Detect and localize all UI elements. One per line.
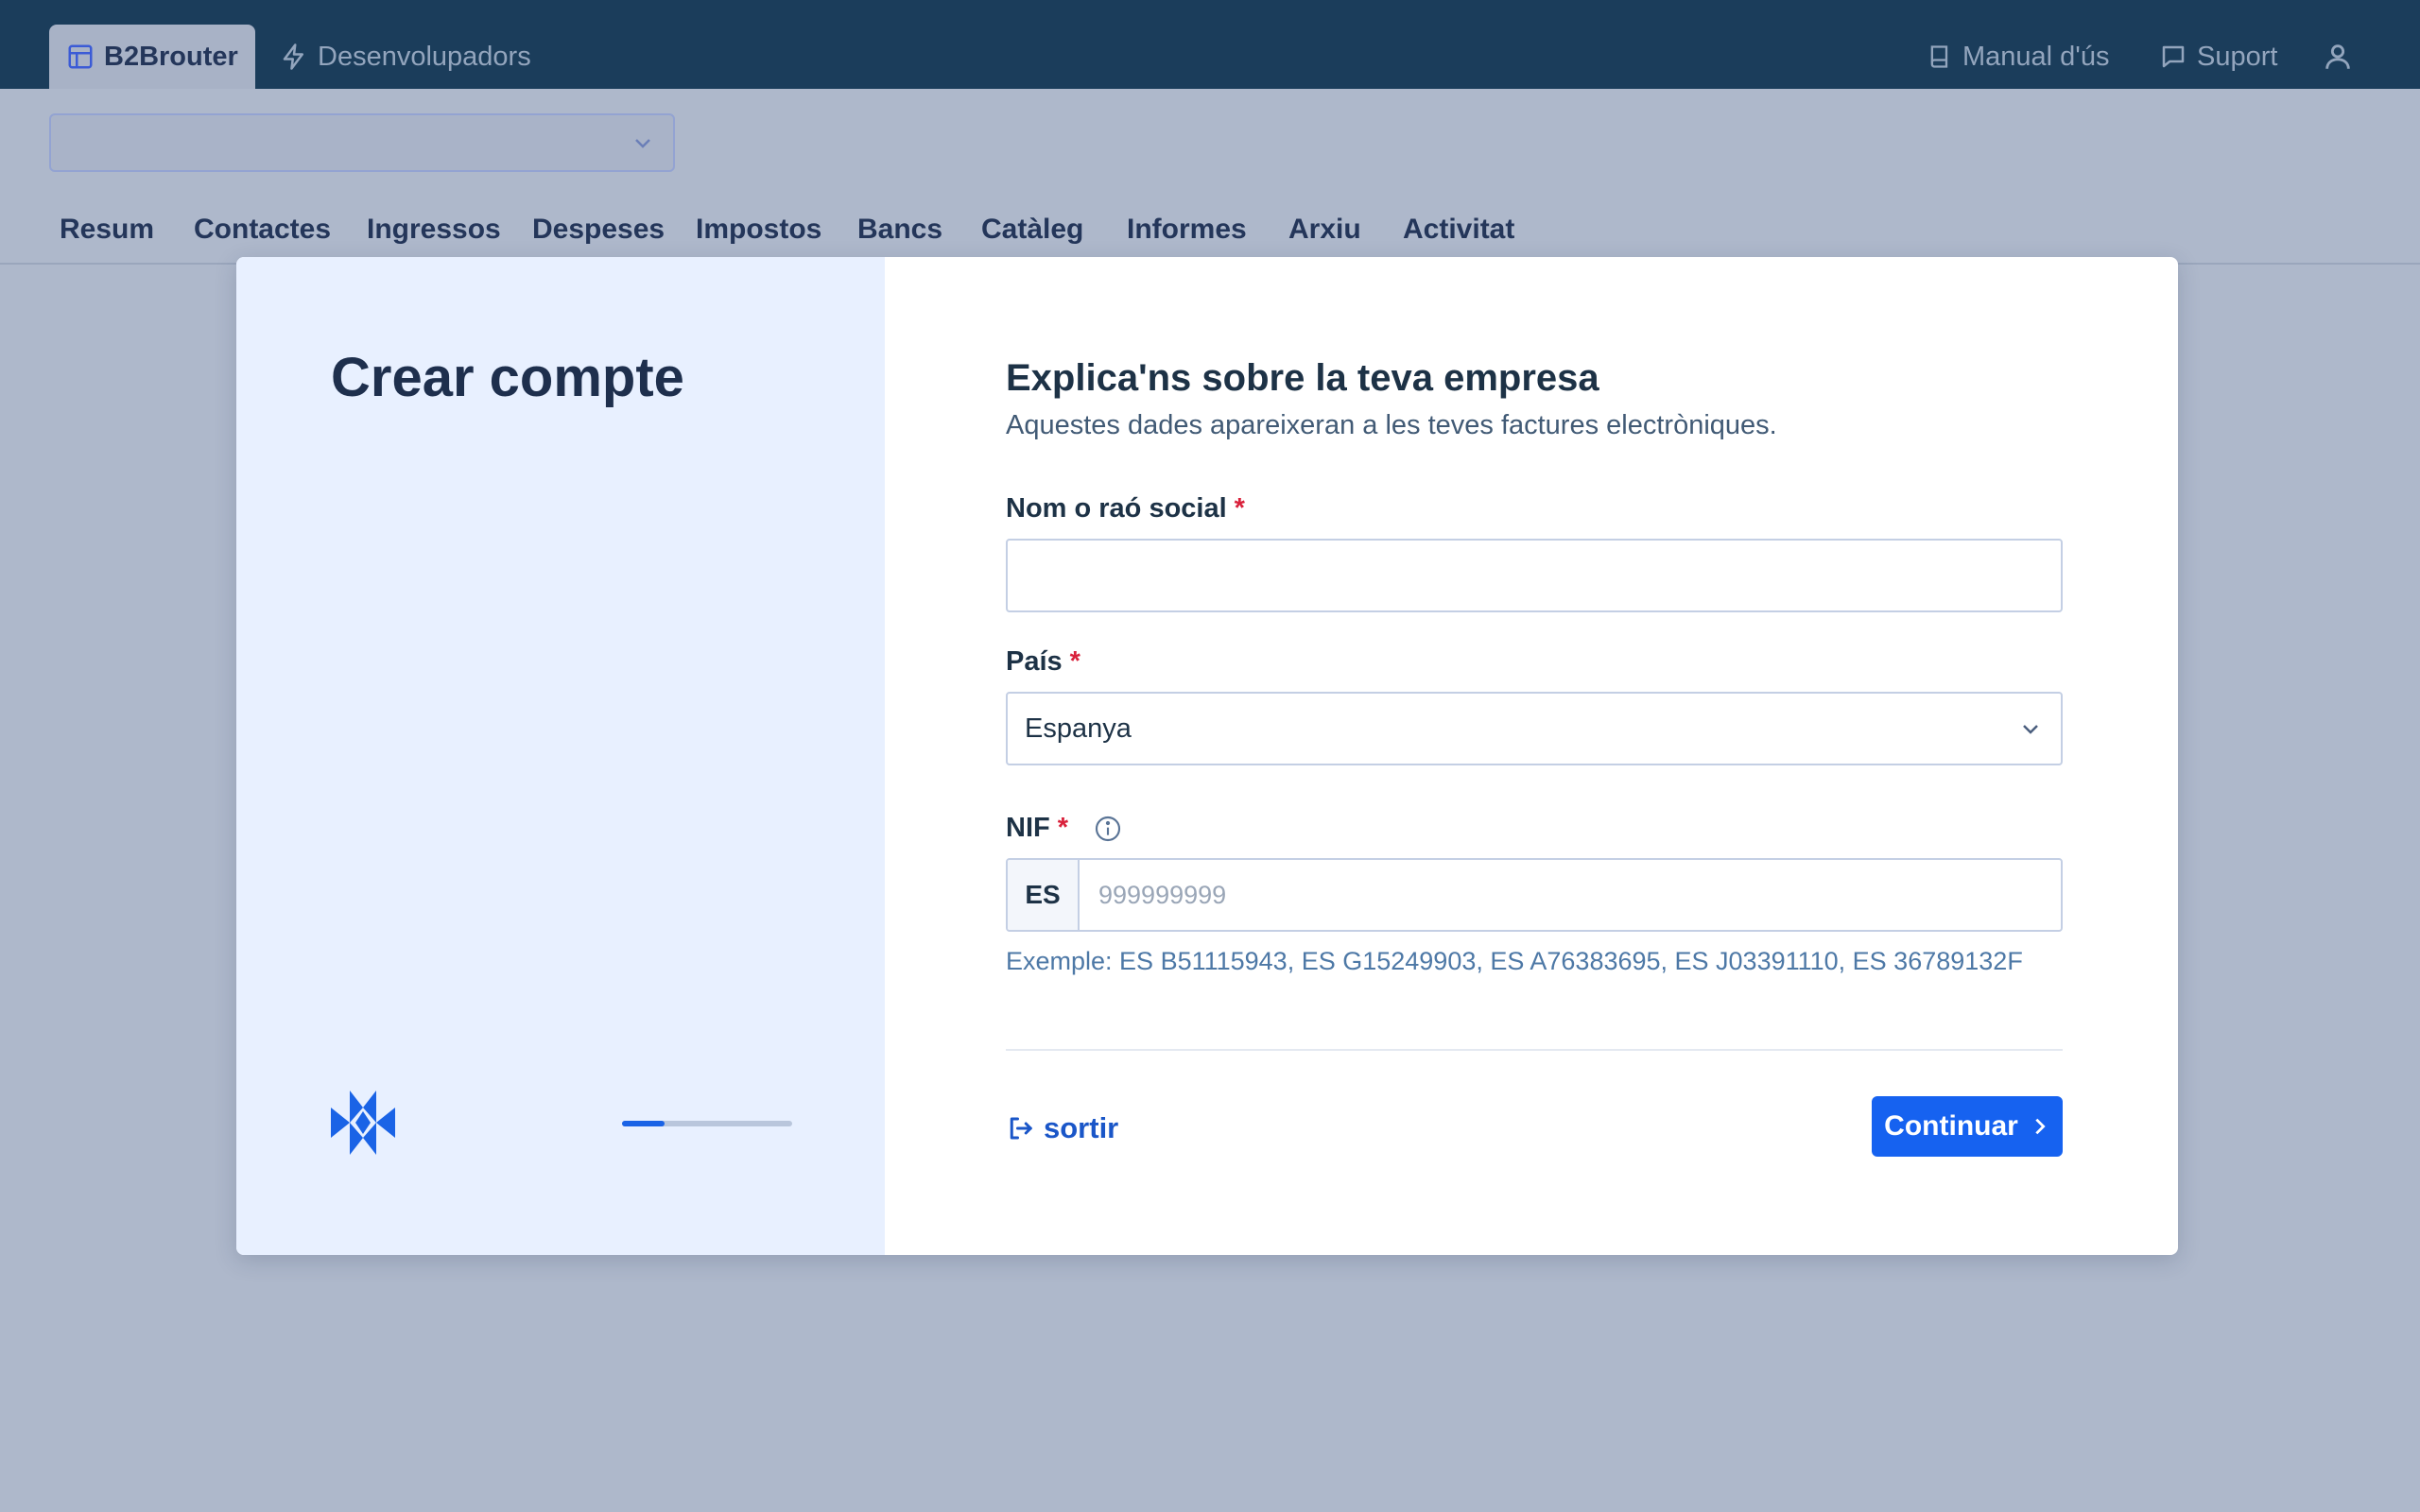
user-icon <box>2325 44 2350 69</box>
manual-link[interactable]: Manual d'ús <box>1927 34 2109 79</box>
required-asterisk: * <box>1057 813 1069 843</box>
tab-b2brouter-label: B2Brouter <box>104 41 238 72</box>
layout-icon <box>68 44 93 69</box>
b2brouter-logo-icon <box>331 1091 395 1155</box>
lightning-icon <box>283 43 303 70</box>
progress-bar-fill <box>622 1121 665 1126</box>
nav-item-ingressos[interactable]: Ingressos <box>367 214 501 246</box>
chat-icon <box>2162 45 2185 68</box>
tab-b2brouter[interactable]: B2Brouter <box>49 25 255 89</box>
company-form: Explica'ns sobre la teva empresa Aqueste… <box>885 257 2178 1255</box>
support-link-label: Suport <box>2197 41 2278 72</box>
top-bar: B2Brouter Desenvolupadors Manual d'ús Su… <box>0 0 2420 89</box>
nav-item-despeses[interactable]: Despeses <box>532 214 665 246</box>
required-asterisk: * <box>1069 646 1080 677</box>
chevron-down-icon <box>2023 725 2038 734</box>
nav-item-bancs[interactable]: Bancs <box>857 214 942 246</box>
company-name-input[interactable] <box>1006 539 2063 612</box>
user-menu-button[interactable] <box>2322 34 2363 79</box>
country-label: País * <box>1006 646 1080 678</box>
nav-item-cataleg[interactable]: Catàleg <box>981 214 1083 246</box>
nif-input[interactable]: 999999999 <box>1080 860 2061 930</box>
book-icon <box>1930 45 1948 68</box>
country-select-value: Espanya <box>1025 713 1132 744</box>
main-nav: Resum Contactes Ingressos Despeses Impos… <box>0 185 2420 265</box>
manual-link-label: Manual d'ús <box>1962 41 2110 72</box>
exit-link[interactable]: sortir <box>1006 1111 1118 1145</box>
info-icon[interactable] <box>1093 814 1123 844</box>
required-asterisk: * <box>1234 493 1245 524</box>
name-label-text: Nom o raó social <box>1006 493 1227 524</box>
modal-title: Crear compte <box>331 347 684 408</box>
nav-item-impostos[interactable]: Impostos <box>696 214 821 246</box>
chevron-down-icon <box>635 139 650 148</box>
tab-developers[interactable]: Desenvolupadors <box>280 25 531 89</box>
nif-label-text: NIF <box>1006 813 1050 843</box>
form-divider <box>1006 1049 2063 1051</box>
support-link[interactable]: Suport <box>2159 34 2277 79</box>
continue-button-label: Continuar <box>1884 1110 2018 1142</box>
tab-developers-label: Desenvolupadors <box>318 41 531 72</box>
nav-item-contactes[interactable]: Contactes <box>194 214 331 246</box>
modal-side-panel: Crear compte <box>236 257 885 1255</box>
name-label: Nom o raó social * <box>1006 493 1245 524</box>
nav-item-arxiu[interactable]: Arxiu <box>1288 214 1361 246</box>
nif-label: NIF * <box>1006 813 1123 844</box>
nav-item-activitat[interactable]: Activitat <box>1403 214 1514 246</box>
create-account-modal: Crear compte Explica'ns sobre la teva em… <box>236 257 2178 1255</box>
company-select[interactable] <box>49 113 675 172</box>
progress-bar <box>622 1121 792 1126</box>
form-title: Explica'ns sobre la teva empresa <box>1006 357 1599 399</box>
nif-help-text: Exemple: ES B51115943, ES G15249903, ES … <box>1006 947 2023 975</box>
country-label-text: País <box>1006 646 1063 677</box>
continue-button[interactable]: Continuar <box>1872 1096 2063 1157</box>
nif-country-prefix: ES <box>1008 860 1080 930</box>
exit-link-label: sortir <box>1044 1111 1119 1144</box>
nav-item-informes[interactable]: Informes <box>1127 214 1247 246</box>
logout-icon <box>1010 1117 1032 1140</box>
country-select[interactable]: Espanya <box>1006 692 2063 765</box>
form-subtitle: Aquestes dades apareixeran a les teves f… <box>1006 410 1777 440</box>
nav-item-resum[interactable]: Resum <box>60 214 154 246</box>
nif-input-group: ES 999999999 <box>1006 858 2063 932</box>
chevron-right-icon <box>2035 1118 2046 1135</box>
